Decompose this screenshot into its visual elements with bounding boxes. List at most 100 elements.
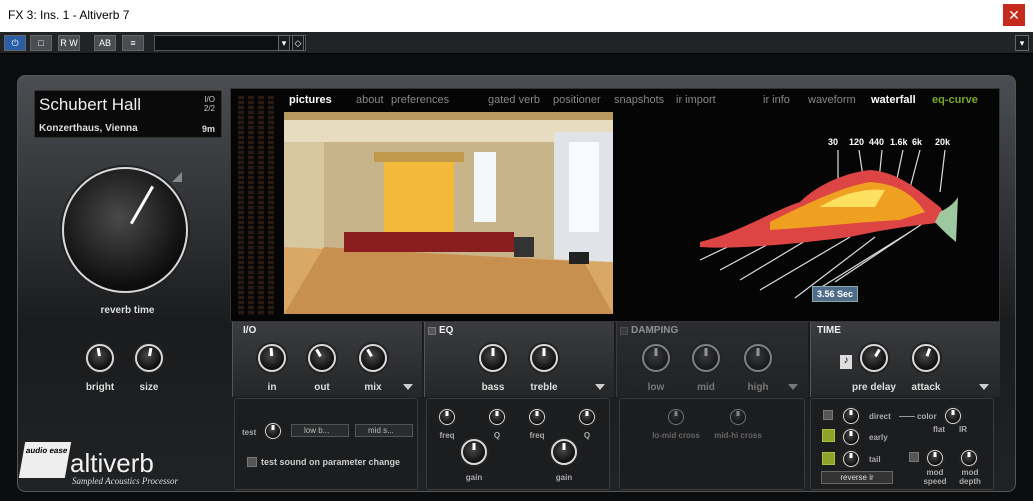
bass-freq-knob[interactable] [439,409,455,425]
high-label: high [747,382,769,393]
damping-title: DAMPING [631,325,679,336]
test-type-dropdown[interactable]: mid s... [355,424,413,437]
ir-label: IR [959,425,967,434]
lo-mid-cross-label: lo-mid cross [652,431,700,440]
read-write-button[interactable]: R W [58,35,80,51]
tab-preferences[interactable]: preferences [391,94,449,106]
knob-corner-icon [172,172,182,182]
eq-enable-toggle[interactable] [428,327,436,335]
time-section: TIME [810,322,1000,397]
test-sound-checkbox[interactable] [247,457,257,467]
early-toggle[interactable] [822,429,835,442]
preset-tag-icon[interactable]: ◇ [292,35,304,51]
mod-depth-knob[interactable] [961,450,977,466]
treble-freq-knob[interactable] [529,409,545,425]
damping-enable-toggle[interactable] [620,327,628,335]
freq-label-440: 440 [869,137,885,147]
bright-knob[interactable] [86,344,114,372]
damping-detail-panel: lo-mid cross mid-hi cross [619,398,805,490]
time-title: TIME [817,325,841,336]
test-source-dropdown[interactable]: low b... [291,424,349,437]
menu-button[interactable]: ≡ [122,35,144,51]
tab-waterfall[interactable]: waterfall [871,94,916,106]
mix-label: mix [364,382,382,393]
ab-button[interactable]: AB [94,35,116,51]
reverb-time-knob[interactable] [62,167,188,293]
tail-label: tail [869,455,881,464]
out-knob[interactable] [308,344,336,372]
flat-label: flat [933,425,945,434]
treble-gain-label: gain [555,473,573,482]
room-photo [284,112,613,314]
in-knob[interactable] [258,344,286,372]
mod-depth-label: mod depth [959,468,981,486]
attack-knob[interactable] [912,344,940,372]
audio-ease-logo: audio ease [18,442,72,478]
tab-ir-info[interactable]: ir info [763,94,790,106]
mod-toggle[interactable] [909,452,919,462]
freq-label-20k: 20k [935,137,951,147]
mix-knob[interactable] [359,344,387,372]
preset-display[interactable]: Schubert Hall I/O 2/2 Konzerthaus, Vienn… [34,90,222,138]
low-knob[interactable] [642,344,670,372]
tail-toggle[interactable] [822,452,835,465]
bass-label: bass [481,382,505,393]
host-toolbar: ⏻ □ R W AB ≡ ▾ ◇ ▾ [0,32,1033,54]
io-title: I/O [243,325,257,336]
damping-expand-icon[interactable] [788,384,798,390]
direct-toggle[interactable] [823,410,833,420]
size-knob[interactable] [135,344,163,372]
bass-q-knob[interactable] [489,409,505,425]
mod-speed-knob[interactable] [927,450,943,466]
note-sync-icon[interactable]: ♪ [840,355,852,369]
reverb-time-label: reverb time [100,305,155,316]
freq-label-1-6k: 1.6k [890,137,908,147]
tail-knob[interactable] [843,451,859,467]
preset-dropdown-icon[interactable]: ▾ [278,35,290,51]
test-panel: test low b... mid s... test sound on par… [234,398,418,490]
mid-hi-cross-knob[interactable] [730,409,746,425]
time-expand-icon[interactable] [979,384,989,390]
freq-label-30: 30 [828,137,839,147]
direct-label: direct [869,412,891,421]
tab-gated-verb[interactable]: gated verb [488,94,540,106]
test-level-knob[interactable] [265,423,281,439]
compare-button[interactable]: □ [30,35,52,51]
treble-q-knob[interactable] [579,409,595,425]
eq-detail-panel: freq Q freq Q gain gain [426,398,610,490]
reverse-ir-button[interactable]: reverse ir [821,471,893,484]
io-expand-icon[interactable] [403,384,413,390]
tab-positioner[interactable]: positioner [553,94,601,106]
treble-gain-knob[interactable] [551,439,577,465]
treble-q-label: Q [583,431,591,440]
pre-delay-knob[interactable] [860,344,888,372]
tab-waveform[interactable]: waveform [808,94,856,106]
direct-knob[interactable] [843,408,859,424]
treble-label: treble [530,382,558,393]
early-knob[interactable] [843,429,859,445]
toolbar-expand-icon[interactable]: ▾ [1015,35,1029,51]
preset-name: Schubert Hall [39,95,142,114]
color-label: color [917,412,937,421]
tab-snapshots[interactable]: snapshots [614,94,664,106]
tab-pictures[interactable]: pictures [289,94,332,106]
tab-ir-import[interactable]: ir import [676,94,716,106]
eq-expand-icon[interactable] [595,384,605,390]
tab-about[interactable]: about [356,94,384,106]
color-knob[interactable] [945,408,961,424]
bass-gain-knob[interactable] [461,439,487,465]
mid-knob[interactable] [692,344,720,372]
tab-eq-curve[interactable]: eq-curve [932,94,978,106]
out-label: out [314,382,330,393]
brand-logo: altiverb [70,448,154,478]
close-button[interactable]: ✕ [1003,4,1025,26]
high-knob[interactable] [744,344,772,372]
power-button[interactable]: ⏻ [4,35,26,51]
low-label: low [647,382,665,393]
bright-label: bright [85,382,115,393]
treble-freq-label: freq [529,431,545,440]
bass-knob[interactable] [479,344,507,372]
lo-mid-cross-knob[interactable] [668,409,684,425]
treble-knob[interactable] [530,344,558,372]
pre-delay-label: pre delay [852,382,896,393]
